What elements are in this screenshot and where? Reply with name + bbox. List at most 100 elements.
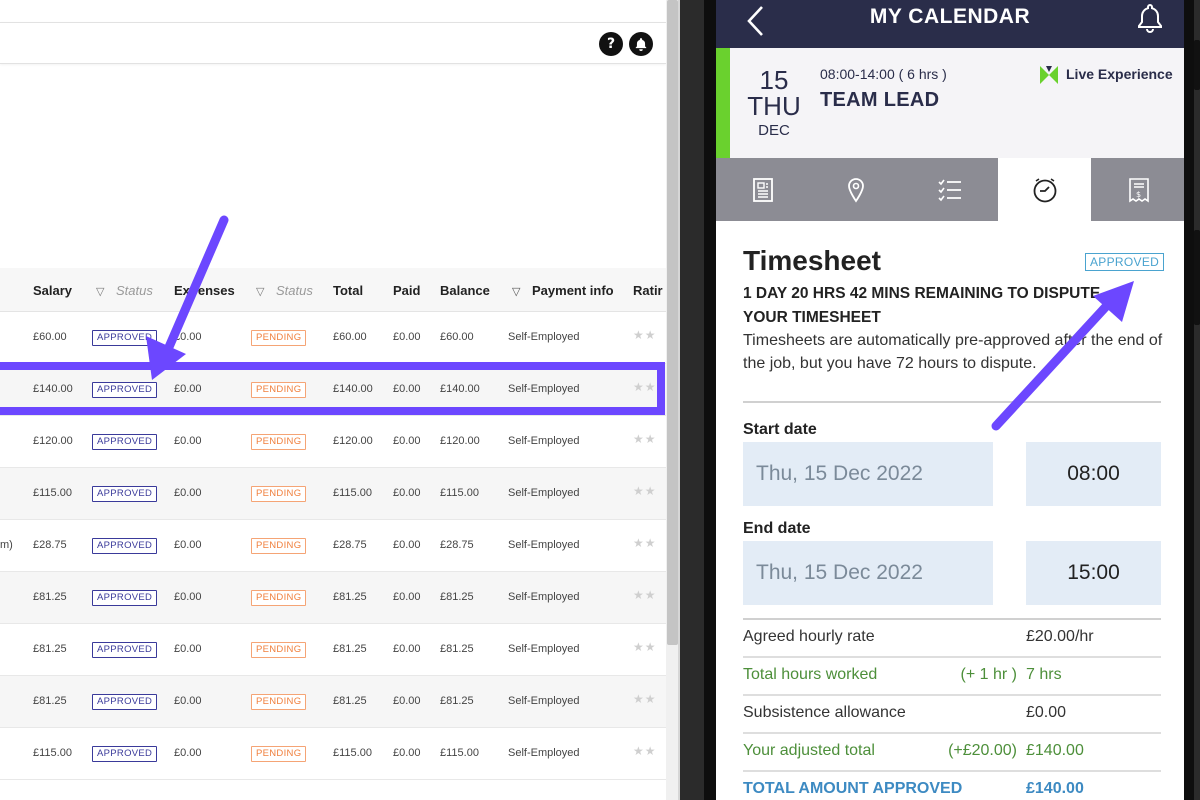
col-balance[interactable]: Balance bbox=[440, 283, 490, 298]
cell-paid: £0.00 bbox=[393, 435, 421, 447]
cell-expenses: £0.00 bbox=[174, 539, 202, 551]
table-row[interactable]: £120.00 APPROVED £0.00 PENDING £120.00 £0.00 £… bbox=[0, 416, 666, 468]
filter-icon: ▽ bbox=[512, 285, 521, 298]
col-payment-info[interactable]: ▽ Payment info bbox=[512, 283, 614, 298]
clock-icon bbox=[1033, 177, 1056, 202]
help-button[interactable]: ? bbox=[599, 32, 623, 56]
cell-balance: £81.25 bbox=[440, 643, 474, 655]
tab-timesheet[interactable] bbox=[998, 158, 1091, 221]
job-card[interactable]: 15 THU DEC 08:00-14:00 ( 6 hrs ) TEAM LE… bbox=[716, 48, 1184, 158]
bell-icon[interactable] bbox=[1136, 2, 1164, 34]
status-badge: APPROVED bbox=[92, 538, 158, 554]
cell-payment-info: Self-Employed bbox=[508, 695, 580, 707]
summary-label: Subsistence allowance bbox=[743, 704, 906, 721]
summary-value: 7 hrs bbox=[1026, 666, 1062, 683]
job-role: TEAM LEAD bbox=[820, 89, 940, 111]
col-expenses[interactable]: Expenses bbox=[174, 283, 235, 298]
phone-side-button bbox=[1194, 230, 1200, 325]
expense-status-badge: PENDING bbox=[251, 642, 307, 658]
table-row[interactable]: £81.25 APPROVED £0.00 PENDING £81.25 £0.00 £81… bbox=[0, 624, 666, 676]
cell-paid: £0.00 bbox=[393, 539, 421, 551]
end-date-label: End date bbox=[743, 520, 811, 537]
summary-modifier: (+£20.00) bbox=[948, 742, 1017, 759]
cell-expenses: £0.00 bbox=[174, 487, 202, 499]
cell-salary: £28.75 bbox=[33, 539, 67, 551]
rating-stars[interactable]: ★★ bbox=[633, 536, 657, 550]
status-badge: APPROVED bbox=[92, 330, 158, 346]
top-toolbar bbox=[0, 22, 666, 64]
summary-value: £140.00 bbox=[1026, 780, 1084, 797]
cell-balance: £60.00 bbox=[440, 331, 474, 343]
job-weekday: THU bbox=[747, 91, 801, 121]
tab-details[interactable] bbox=[716, 158, 809, 221]
rating-stars[interactable]: ★★ bbox=[633, 640, 657, 654]
tab-location[interactable] bbox=[809, 158, 902, 221]
rating-stars[interactable]: ★★ bbox=[633, 328, 657, 342]
summary-value: £140.00 bbox=[1026, 742, 1084, 759]
start-date-label: Start date bbox=[743, 421, 817, 438]
expense-status-badge: PENDING bbox=[251, 694, 307, 710]
filter-icon: ▽ bbox=[256, 285, 265, 298]
rating-stars[interactable]: ★★ bbox=[633, 432, 657, 446]
cell-salary: £115.00 bbox=[33, 747, 72, 759]
phone-bezel-left bbox=[704, 0, 716, 800]
expense-status-badge: PENDING bbox=[251, 486, 307, 502]
cell-total: £120.00 bbox=[333, 435, 373, 447]
end-time-field[interactable]: 15:00 bbox=[1026, 541, 1161, 605]
start-date-field[interactable]: Thu, 15 Dec 2022 bbox=[743, 442, 993, 506]
summary-value: £0.00 bbox=[1026, 704, 1067, 721]
cell-expenses: £0.00 bbox=[174, 643, 202, 655]
col-salary[interactable]: Salary bbox=[33, 283, 72, 298]
table-row[interactable]: £115.00 APPROVED £0.00 PENDING £115.00 £0.00 £… bbox=[0, 728, 666, 780]
rating-stars[interactable]: ★★ bbox=[633, 484, 657, 498]
end-date-field[interactable]: Thu, 15 Dec 2022 bbox=[743, 541, 993, 605]
cell-salary: £81.25 bbox=[33, 643, 67, 655]
cell-salary: £60.00 bbox=[33, 331, 67, 343]
phone-side-button bbox=[1194, 40, 1200, 90]
table-row[interactable]: £115.00 APPROVED £0.00 PENDING £115.00 £0.00 £… bbox=[0, 468, 666, 520]
rating-stars[interactable]: ★★ bbox=[633, 692, 657, 706]
rating-stars[interactable]: ★★ bbox=[633, 744, 657, 758]
table-row[interactable]: £60.00 APPROVED £0.00 PENDING £60.00 £0.00 £60… bbox=[0, 312, 666, 364]
summary-value: £20.00/hr bbox=[1026, 628, 1094, 645]
cell-payment-info: Self-Employed bbox=[508, 591, 580, 603]
cell-expenses: £0.00 bbox=[174, 591, 202, 603]
summary-modifier: (+ 1 hr ) bbox=[960, 666, 1017, 683]
map-pin-icon bbox=[847, 177, 864, 203]
col-expense-status-filter[interactable]: ▽ Status bbox=[256, 283, 313, 298]
col-rating[interactable]: Ratir bbox=[633, 283, 663, 298]
summary-row: Subsistence allowance £0.00 bbox=[743, 696, 1161, 734]
summary-row: Your adjusted total (+£20.00) £140.00 bbox=[743, 734, 1161, 772]
scrollbar-thumb[interactable] bbox=[667, 0, 678, 645]
tab-checklist[interactable] bbox=[903, 158, 996, 221]
expense-status-badge: PENDING bbox=[251, 330, 307, 346]
bell-icon bbox=[635, 38, 647, 51]
notifications-button[interactable] bbox=[629, 32, 653, 56]
col-paid[interactable]: Paid bbox=[393, 283, 420, 298]
cell-total: £60.00 bbox=[333, 331, 367, 343]
summary-row: TOTAL AMOUNT APPROVED £140.00 bbox=[743, 772, 1161, 800]
summary-label: Total hours worked bbox=[743, 666, 878, 683]
cell-balance: £115.00 bbox=[440, 747, 479, 759]
status-badge: APPROVED bbox=[92, 590, 158, 606]
cell-expenses: £0.00 bbox=[174, 435, 202, 447]
rating-stars[interactable]: ★★ bbox=[633, 588, 657, 602]
tab-receipt[interactable]: $ bbox=[1092, 158, 1184, 221]
app-header: MY CALENDAR bbox=[716, 0, 1184, 48]
start-time-field[interactable]: 08:00 bbox=[1026, 442, 1161, 506]
table-row[interactable]: £81.25 APPROVED £0.00 PENDING £81.25 £0.00 £81… bbox=[0, 572, 666, 624]
col-total[interactable]: Total bbox=[333, 283, 363, 298]
job-accent-bar bbox=[716, 48, 730, 158]
expense-status-badge: PENDING bbox=[251, 538, 307, 554]
cell-balance: £81.25 bbox=[440, 695, 474, 707]
timesheet-status-badge: APPROVED bbox=[1085, 253, 1165, 271]
cell-total: £115.00 bbox=[333, 487, 372, 499]
expense-status-badge: PENDING bbox=[251, 746, 307, 762]
table-row[interactable]: m) £28.75 APPROVED £0.00 PENDING £28.75 £0.00 £… bbox=[0, 520, 666, 572]
cell-salary: £81.25 bbox=[33, 695, 67, 707]
cell-balance: £28.75 bbox=[440, 539, 474, 551]
dispute-explanation: Timesheets are automatically pre-approve… bbox=[743, 332, 1163, 372]
col-status-filter[interactable]: ▽ Status bbox=[96, 283, 153, 298]
table-row[interactable]: £81.25 APPROVED £0.00 PENDING £81.25 £0.00 £81… bbox=[0, 676, 666, 728]
status-badge: APPROVED bbox=[92, 486, 158, 502]
